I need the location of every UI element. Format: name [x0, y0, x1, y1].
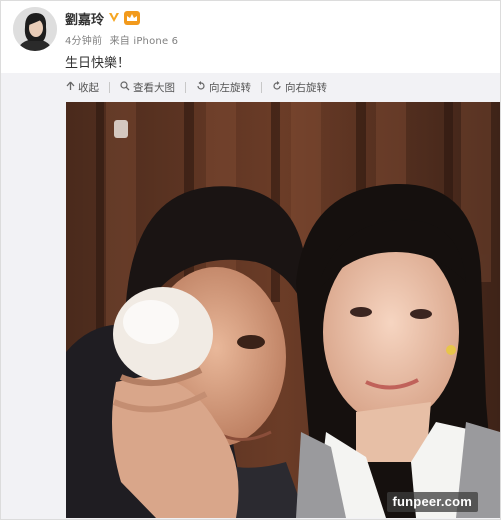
post-text: 生日快樂！	[65, 56, 131, 71]
collapse-label: 收起	[78, 81, 99, 94]
arrow-up-icon	[65, 81, 75, 94]
magnifier-icon	[120, 80, 130, 94]
rotate-right-button[interactable]: 向右旋转	[270, 80, 329, 95]
post-meta: 4分钟前 来自 iPhone 6	[65, 32, 178, 47]
toolbar-divider	[261, 81, 262, 93]
rotate-left-label: 向左旋转	[209, 81, 251, 94]
toolbar-divider	[185, 81, 186, 93]
verified-v-icon	[107, 11, 121, 25]
author-name[interactable]: 劉嘉玲	[65, 9, 104, 28]
image-toolbar: 收起 查看大图 向左旋转 向右旋转	[63, 78, 329, 96]
rotate-right-label: 向右旋转	[285, 81, 327, 94]
selfie-image	[66, 102, 500, 518]
funpeer-watermark: funpeer.com	[386, 492, 478, 512]
collapse-button[interactable]: 收起	[63, 80, 101, 95]
view-large-button[interactable]: 查看大图	[118, 80, 177, 95]
view-large-label: 查看大图	[133, 81, 175, 94]
rotate-right-icon	[272, 80, 282, 94]
rotate-left-icon	[196, 80, 206, 94]
author-row: 劉嘉玲	[65, 9, 141, 28]
post-time[interactable]: 4分钟前	[65, 36, 102, 47]
toolbar-divider	[109, 81, 110, 93]
rotate-left-button[interactable]: 向左旋转	[194, 80, 253, 95]
weibo-post: 劉嘉玲 4分钟前 来自 iPhone 6 生日快樂！ 收起 查看大图 向左旋转 …	[0, 0, 501, 520]
post-source: 来自 iPhone 6	[109, 36, 179, 47]
vip-crown-icon[interactable]	[124, 11, 141, 25]
author-avatar[interactable]	[13, 7, 57, 51]
post-photo[interactable]: funpeer.com	[66, 102, 500, 518]
